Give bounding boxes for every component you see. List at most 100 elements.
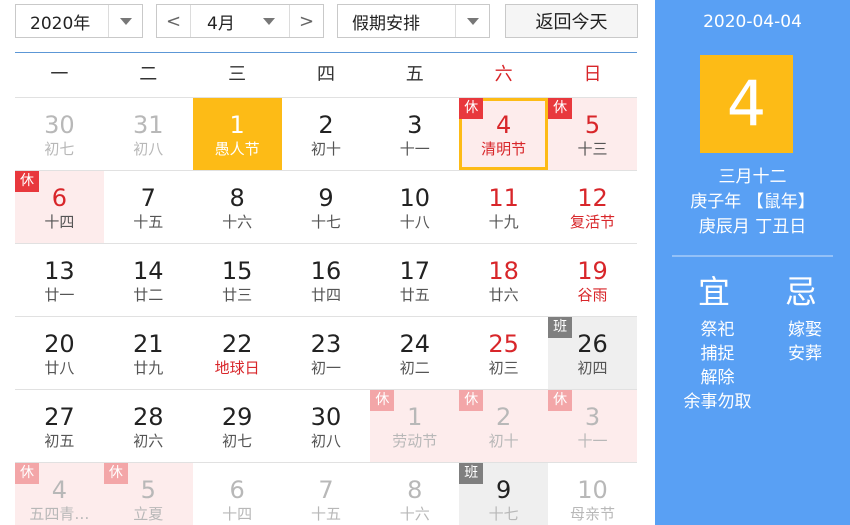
calendar-day-cell[interactable]: 10 母亲节 [548, 463, 637, 525]
lunar-label: 十七 [310, 214, 341, 231]
day-number: 6 [229, 476, 245, 504]
ji-item: 嫁娶 [788, 320, 822, 340]
day-number: 11 [488, 184, 519, 212]
chevron-down-icon [466, 17, 479, 25]
lunar-label: 五四青… [29, 506, 90, 523]
calendar-day-cell[interactable]: 11 十九 [459, 171, 548, 243]
lunar-label: 十四 [222, 506, 253, 523]
calendar-day-cell[interactable]: 18 廿六 [459, 244, 548, 316]
holiday-select[interactable]: 假期安排 [337, 4, 490, 38]
calendar-day-cell[interactable]: 30 初八 [282, 390, 371, 462]
calendar-day-cell[interactable]: 3 十一 [370, 98, 459, 170]
holiday-rest-badge: 休 [103, 463, 128, 484]
calendar-day-cell[interactable]: 27 初五 [15, 390, 104, 462]
lunar-label: 十五 [310, 506, 341, 523]
calendar-day-cell[interactable]: 15 廿三 [193, 244, 282, 316]
lunar-label: 十一 [577, 433, 608, 450]
calendar-day-cell[interactable]: 7 十五 [104, 171, 193, 243]
calendar-day-cell[interactable]: 休 5 十三 [548, 98, 637, 170]
workday-badge: 班 [459, 463, 484, 484]
lunar-label: 初一 [310, 360, 341, 377]
holiday-rest-badge: 休 [548, 390, 573, 411]
lunar-label: 初六 [133, 433, 164, 450]
back-to-today-button[interactable]: 返回今天 [505, 4, 638, 38]
weekday-label: 三 [228, 64, 247, 85]
calendar-day-cell[interactable]: 17 廿五 [370, 244, 459, 316]
calendar-day-cell[interactable]: 休 4 五四青… [15, 463, 104, 525]
day-number: 20 [44, 330, 75, 358]
calendar-day-cell[interactable]: 29 初七 [193, 390, 282, 462]
lunar-label: 廿五 [399, 287, 430, 304]
lunar-label: 初八 [310, 433, 341, 450]
calendar-day-cell[interactable]: 1 愚人节 [192, 98, 282, 170]
month-select-value: 4月 [207, 13, 235, 34]
calendar-day-cell[interactable]: 28 初六 [104, 390, 193, 462]
calendar-day-cell[interactable]: 14 廿二 [104, 244, 193, 316]
next-month-button[interactable]: > [289, 5, 323, 37]
calendar-day-cell[interactable]: 休 4 清明节 [459, 98, 549, 170]
calendar-day-cell[interactable]: 13 廿一 [15, 244, 104, 316]
calendar-day-cell[interactable]: 8 十六 [193, 171, 282, 243]
calendar-day-cell[interactable]: 16 廿四 [282, 244, 371, 316]
day-number: 31 [132, 111, 164, 139]
calendar-week-row: 30 初七 31 初八 1 愚人节 2 初十 3 十一 休 4 清明节休 5 十三 [15, 97, 637, 170]
month-day-ganzhi: 庚辰月 丁丑日 [698, 217, 807, 237]
ji-title: 忌 [785, 273, 818, 311]
calendar-day-cell[interactable]: 班 26 初四 [548, 317, 637, 389]
calendar-day-cell[interactable]: 休 5 立夏 [103, 463, 193, 525]
lunar-label: 廿九 [133, 360, 164, 377]
month-dropdown-arrow[interactable] [249, 5, 289, 37]
lunar-label: 初十 [310, 141, 341, 158]
calendar-day-cell[interactable]: 休 3 十一 [548, 390, 637, 462]
lunar-label: 初四 [577, 360, 608, 377]
day-number: 17 [399, 257, 431, 285]
year-select[interactable]: 2020年 [15, 4, 143, 38]
calendar-day-cell[interactable]: 2 初十 [282, 98, 371, 170]
day-number: 30 [310, 403, 342, 431]
day-number: 8 [407, 476, 423, 504]
day-number: 13 [44, 257, 75, 285]
ji-list: 嫁娶 安葬 [775, 318, 835, 366]
calendar-day-cell[interactable]: 20 廿八 [15, 317, 104, 389]
calendar-day-cell[interactable]: 6 十四 [193, 463, 282, 525]
calendar-day-cell[interactable]: 21 廿九 [104, 317, 193, 389]
calendar-day-cell[interactable]: 休 6 十四 [15, 171, 104, 243]
calendar-day-cell[interactable]: 休 1 劳动节 [370, 390, 460, 462]
day-number: 15 [221, 257, 253, 285]
calendar-day-cell[interactable]: 9 十七 [282, 171, 371, 243]
calendar-day-cell[interactable]: 25 初三 [459, 317, 548, 389]
calendar-day-cell[interactable]: 23 初一 [282, 317, 371, 389]
lunar-date: 三月十二 [718, 167, 787, 187]
yi-title: 宜 [698, 273, 731, 311]
year-dropdown-arrow[interactable] [108, 5, 142, 37]
prev-month-button[interactable]: < [157, 5, 191, 37]
calendar-day-cell[interactable]: 30 初七 [15, 98, 104, 170]
calendar-day-cell[interactable]: 12 复活节 [548, 171, 637, 243]
lunar-label: 地球日 [214, 360, 260, 377]
day-number: 8 [229, 184, 245, 212]
calendar-day-cell[interactable]: 班 9 十七 [459, 463, 549, 525]
calendar-day-cell[interactable]: 31 初八 [104, 98, 193, 170]
day-number: 16 [310, 257, 342, 285]
calendar-day-cell[interactable]: 8 十六 [370, 463, 459, 525]
lunar-label: 复活节 [569, 214, 615, 231]
calendar-day-cell[interactable]: 休 2 初十 [459, 390, 549, 462]
lunar-label: 十九 [488, 214, 519, 231]
selected-day-number: 4 [700, 55, 793, 153]
calendar-day-cell[interactable]: 7 十五 [282, 463, 371, 525]
lunar-label: 立夏 [133, 506, 164, 523]
workday-badge: 班 [548, 317, 573, 338]
calendar-day-cell[interactable]: 22 地球日 [193, 317, 282, 389]
holiday-rest-badge: 休 [370, 390, 395, 411]
holiday-dropdown-arrow[interactable] [455, 5, 489, 37]
calendar-day-cell[interactable]: 19 谷雨 [548, 244, 637, 316]
month-select[interactable]: 4月 [191, 5, 289, 37]
day-detail-panel: 2020-04-04 4 三月十二 庚子年 【鼠年】 庚辰月 丁丑日 宜 忌 祭… [655, 0, 850, 525]
calendar-day-cell[interactable]: 24 初二 [370, 317, 459, 389]
chevron-down-icon [119, 17, 132, 25]
weekday-label: 二 [139, 64, 158, 85]
yi-item: 余事勿取 [683, 392, 752, 412]
lunar-label: 十六 [399, 506, 430, 523]
calendar-day-cell[interactable]: 10 十八 [370, 171, 459, 243]
yi-item: 解除 [700, 368, 735, 388]
